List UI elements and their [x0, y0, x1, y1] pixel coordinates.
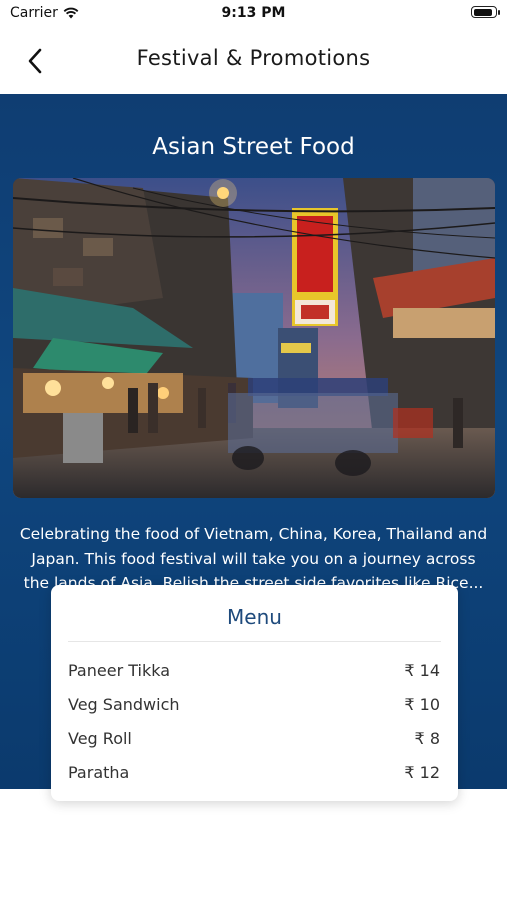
menu-item[interactable]: Veg Sandwich ₹ 10 [68, 689, 440, 719]
menu-item-name: Veg Roll [68, 728, 132, 748]
menu-item-price: ₹ 14 [404, 660, 440, 680]
menu-item[interactable]: Paneer Tikka ₹ 14 [68, 655, 440, 685]
status-time: 9:13 PM [221, 5, 286, 21]
menu-divider [68, 641, 441, 642]
menu-item[interactable]: Veg Roll ₹ 8 [68, 723, 440, 753]
navigation-bar: Festival & Promotions [0, 28, 507, 92]
page-title: Festival & Promotions [136, 46, 371, 70]
promotion-title: Asian Street Food [152, 134, 355, 160]
menu-item-price: ₹ 10 [404, 694, 440, 714]
menu-item[interactable]: Paratha ₹ 12 [68, 757, 440, 787]
menu-title: Menu [227, 605, 282, 629]
status-bar: Carrier 9:13 PM [0, 0, 507, 28]
menu-card: Menu Paneer Tikka ₹ 14 Veg Sandwich ₹ 10… [51, 585, 458, 801]
menu-item-price: ₹ 8 [414, 728, 440, 748]
battery-icon [471, 6, 500, 18]
promotion-image [13, 178, 495, 498]
menu-item-name: Veg Sandwich [68, 694, 180, 714]
menu-item-name: Paratha [68, 762, 130, 782]
battery-level [473, 8, 493, 16]
menu-item-price: ₹ 12 [404, 762, 440, 782]
menu-item-name: Paneer Tikka [68, 660, 171, 680]
